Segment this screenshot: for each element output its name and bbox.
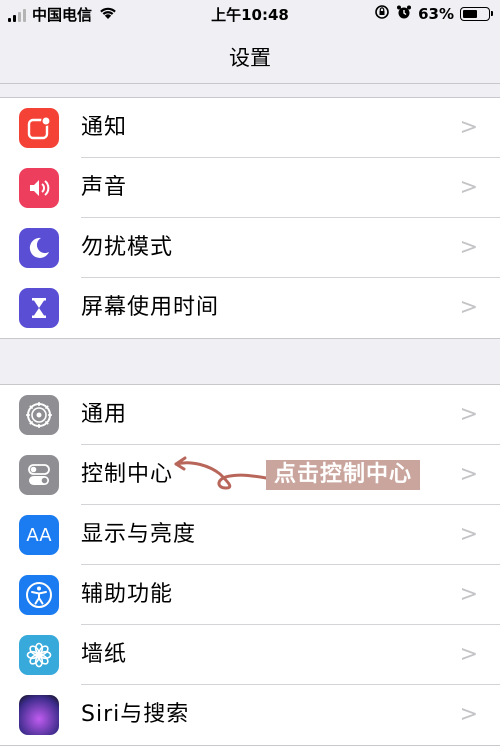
flower-icon [19, 635, 59, 675]
chevron-right-icon: > [459, 295, 478, 320]
settings-row-general[interactable]: 通用 > [0, 385, 500, 445]
row-label: 通知 [81, 115, 128, 140]
chevron-right-icon: > [459, 702, 478, 727]
row-label: 屏幕使用时间 [81, 295, 220, 320]
row-label: 通用 [81, 402, 128, 427]
settings-group-1: 通知 > 声音 > 勿扰模式 > 屏幕使用时间 > [0, 97, 500, 339]
navigation-bar: 设置 [0, 30, 500, 84]
settings-row-do-not-disturb[interactable]: 勿扰模式 > [0, 218, 500, 278]
speaker-icon [19, 168, 59, 208]
settings-row-display-brightness[interactable]: AA 显示与亮度 > [0, 505, 500, 565]
row-label: 声音 [81, 175, 128, 200]
alarm-icon [396, 4, 412, 24]
settings-row-notifications[interactable]: 通知 > [0, 98, 500, 158]
annotation-overlay: 点击控制中心 [170, 452, 470, 496]
aa-icon: AA [19, 515, 59, 555]
chevron-right-icon: > [459, 235, 478, 260]
settings-row-sounds[interactable]: 声音 > [0, 158, 500, 218]
chevron-right-icon: > [459, 402, 478, 427]
rotation-lock-icon [374, 4, 390, 24]
status-right: 63% [374, 4, 493, 24]
aa-icon-text: AA [26, 524, 52, 546]
chevron-right-icon: > [459, 582, 478, 607]
arrow-icon [174, 456, 268, 490]
chevron-right-icon: > [459, 522, 478, 547]
battery-percent: 63% [418, 5, 454, 23]
page-title: 设置 [229, 46, 271, 70]
row-label: 控制中心 [81, 462, 174, 487]
moon-icon [19, 228, 59, 268]
row-label: 辅助功能 [81, 582, 174, 607]
settings-row-screen-time[interactable]: 屏幕使用时间 > [0, 278, 500, 338]
notifications-icon [19, 108, 59, 148]
row-label: 显示与亮度 [81, 522, 197, 547]
chevron-right-icon: > [459, 175, 478, 200]
row-label: Siri与搜索 [81, 702, 190, 727]
toggles-icon [19, 455, 59, 495]
siri-icon [19, 695, 59, 735]
annotation-label: 点击控制中心 [266, 460, 421, 490]
row-label: 勿扰模式 [81, 235, 174, 260]
chevron-right-icon: > [459, 642, 478, 667]
settings-row-wallpaper[interactable]: 墙纸 > [0, 625, 500, 685]
hourglass-icon [19, 288, 59, 328]
chevron-right-icon: > [459, 115, 478, 140]
status-bar: 中国电信 上午10:48 63% [0, 0, 500, 30]
row-label: 墙纸 [81, 642, 128, 667]
settings-row-siri-search[interactable]: Siri与搜索 > [0, 685, 500, 745]
settings-row-accessibility[interactable]: 辅助功能 > [0, 565, 500, 625]
battery-icon [460, 7, 493, 21]
settings-group-2: 通用 > 控制中心 > AA 显示与亮度 > 辅助功能 > 墙纸 > Siri与… [0, 384, 500, 746]
gear-icon [19, 395, 59, 435]
accessibility-icon [19, 575, 59, 615]
